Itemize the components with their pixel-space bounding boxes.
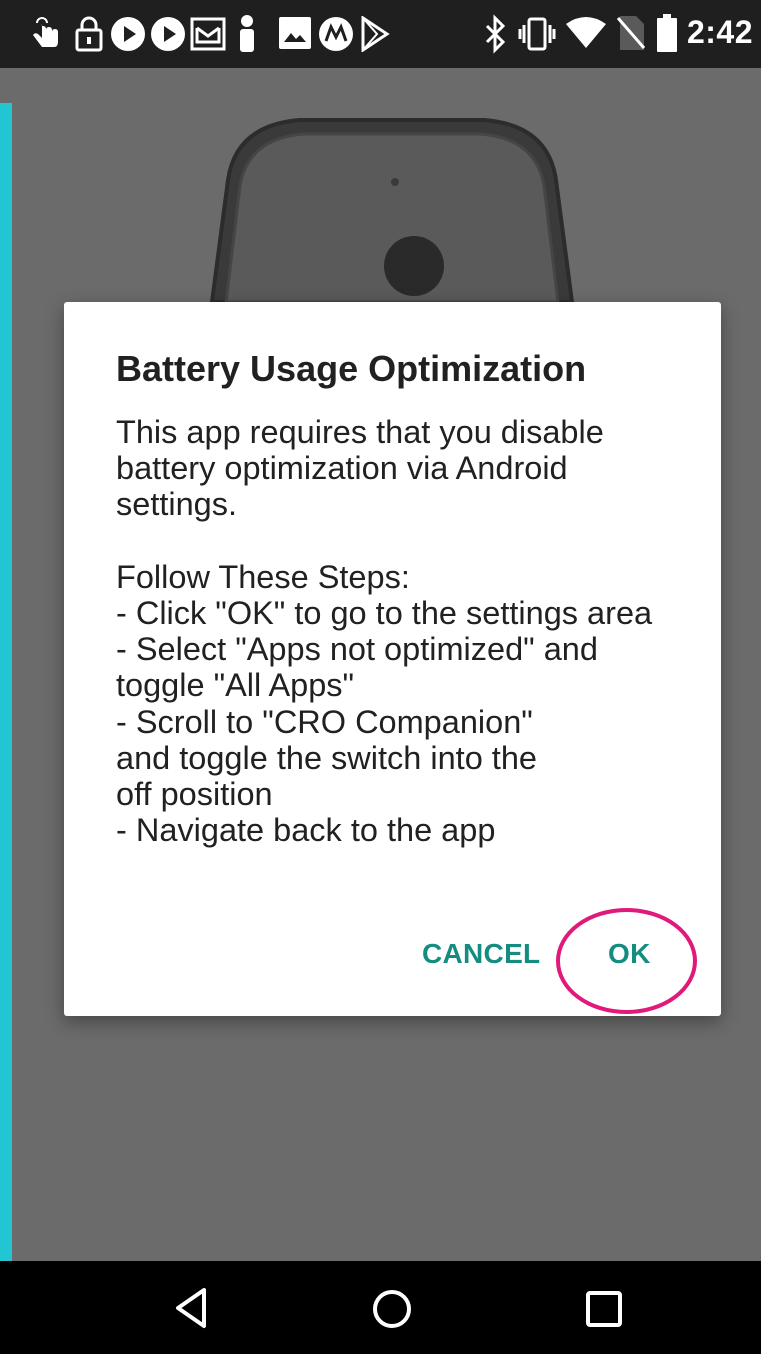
cancel-button[interactable]: CANCEL (422, 938, 540, 970)
ok-button[interactable]: OK (608, 938, 651, 970)
dialog-title: Battery Usage Optimization (116, 348, 587, 389)
navigation-bar (0, 1261, 761, 1354)
step-item: - Select "Apps not optimized" and toggle… (116, 631, 598, 704)
recents-icon[interactable] (574, 1261, 634, 1354)
dialog-message: This app requires that you disable batte… (116, 414, 706, 848)
steps-heading: Follow These Steps: (116, 558, 410, 595)
back-icon[interactable] (160, 1261, 220, 1354)
message-intro: This app requires that you disable batte… (116, 414, 604, 523)
step-item: - Navigate back to the app (116, 812, 496, 849)
battery-optimization-dialog: Battery Usage Optimization This app requ… (64, 302, 721, 1016)
home-icon[interactable] (362, 1261, 422, 1354)
device-illustration (209, 118, 575, 304)
step-item: - Scroll to "CRO Companion" and toggle t… (116, 703, 537, 813)
step-item: - Click "OK" to go to the settings area (116, 595, 653, 631)
